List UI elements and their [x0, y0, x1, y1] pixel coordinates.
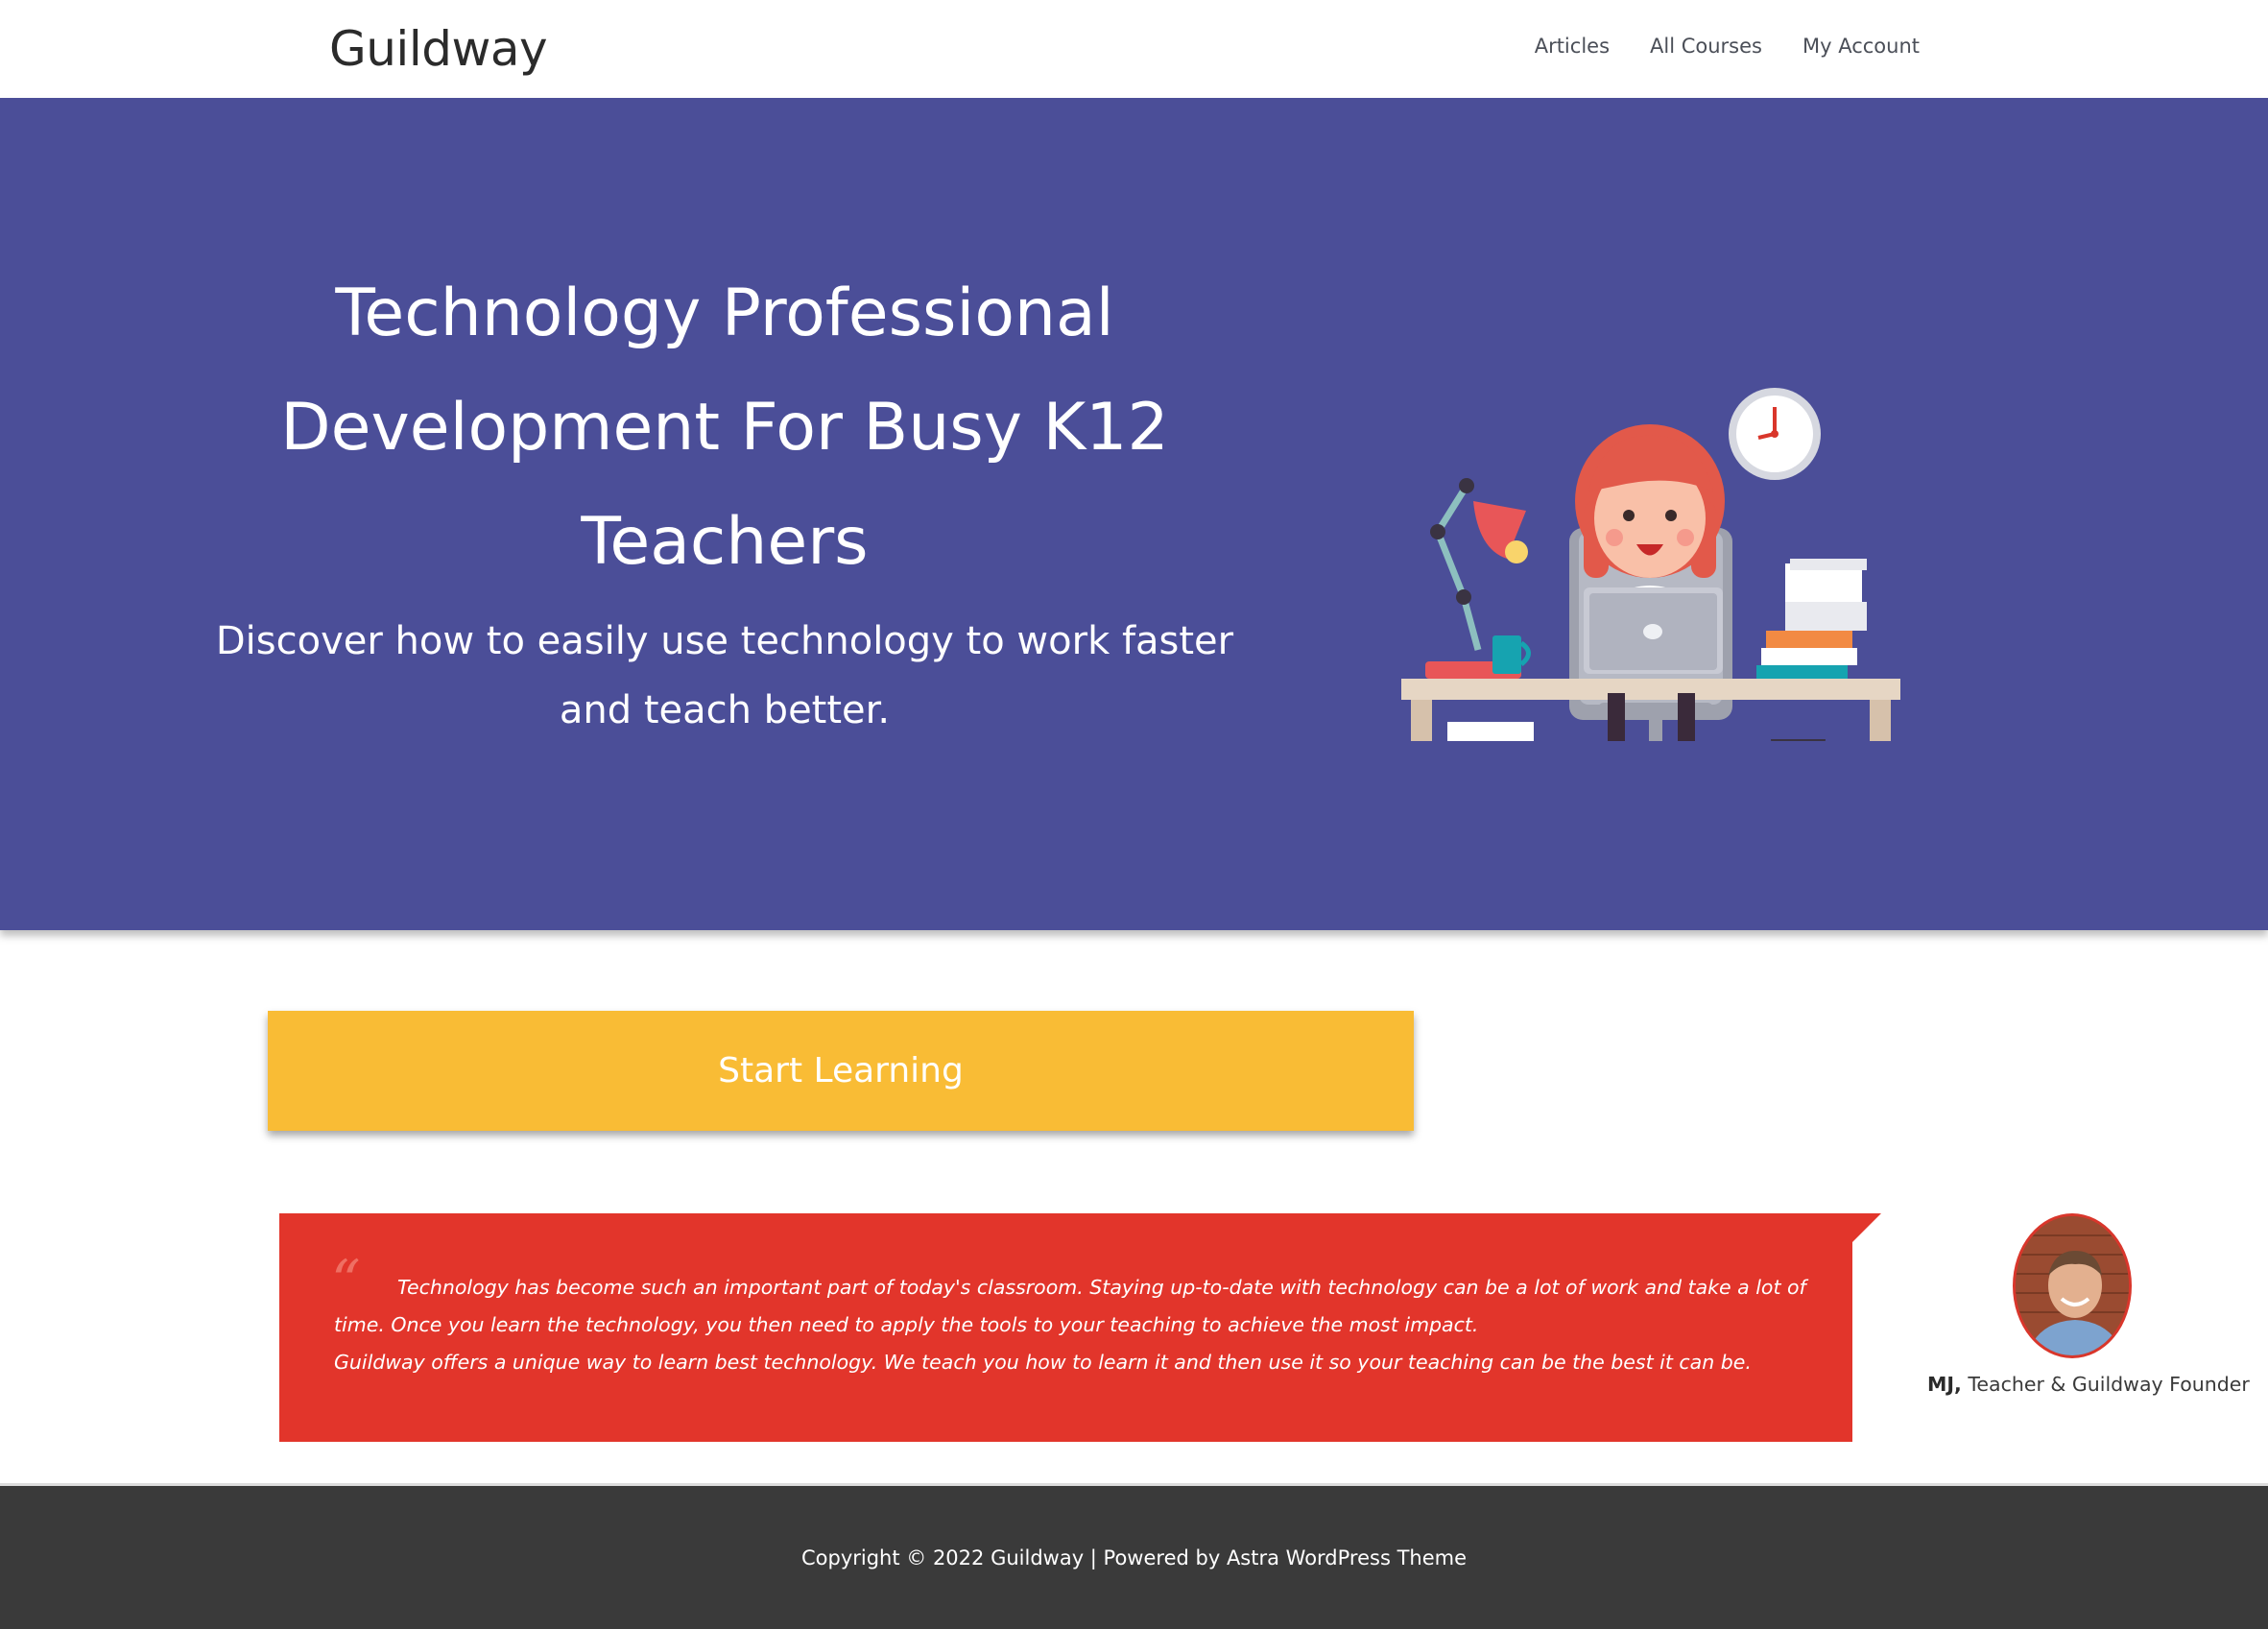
testimonial-paragraph: Technology has become such an important … — [334, 1276, 1806, 1336]
testimonial-paragraph: Guildway offers a unique way to learn be… — [334, 1351, 1752, 1374]
main-nav: Articles All Courses My Account — [1535, 35, 1920, 58]
hero-subtitle-line: Discover how to easily use technology to… — [215, 619, 1234, 663]
start-learning-button[interactable]: Start Learning — [268, 1011, 1414, 1131]
site-header: Guildway Articles All Courses My Account — [0, 0, 2268, 98]
clock-icon — [1729, 388, 1821, 480]
nav-articles[interactable]: Articles — [1535, 35, 1610, 58]
founder-avatar — [2013, 1213, 2132, 1358]
teacher-at-desk-illustration — [1401, 388, 1900, 741]
hero-title-line: Teachers — [581, 504, 869, 580]
testimonial-corner-fold — [1852, 1213, 1881, 1242]
nav-my-account[interactable]: My Account — [1802, 35, 1920, 58]
nav-all-courses[interactable]: All Courses — [1650, 35, 1762, 58]
hero-title-line: Development For Busy K12 — [280, 390, 1169, 466]
testimonial-text: Technology has become such an important … — [334, 1269, 1817, 1381]
site-footer: Copyright © 2022 Guildway | Powered by A… — [0, 1483, 2268, 1629]
hero-subtitle-line: and teach better. — [559, 688, 891, 732]
copyright-text: Copyright © 2022 Guildway | Powered by — [800, 1546, 1227, 1569]
footer-copyright: Copyright © 2022 Guildway | Powered by A… — [0, 1546, 2268, 1569]
author-name: MJ, — [1927, 1373, 1962, 1396]
astra-theme-link[interactable]: Astra WordPress Theme — [1227, 1546, 1467, 1569]
hero-title: Technology Professional Development For … — [182, 256, 1267, 599]
hero-subtitle: Discover how to easily use technology to… — [202, 607, 1248, 745]
hero-title-line: Technology Professional — [335, 275, 1114, 351]
testimonial-author: MJ, Teacher & Guildway Founder — [1927, 1373, 2250, 1396]
hero-section: Technology Professional Development For … — [0, 98, 2268, 930]
author-role: Teacher & Guildway Founder — [1968, 1373, 2250, 1396]
site-logo[interactable]: Guildway — [329, 21, 548, 77]
